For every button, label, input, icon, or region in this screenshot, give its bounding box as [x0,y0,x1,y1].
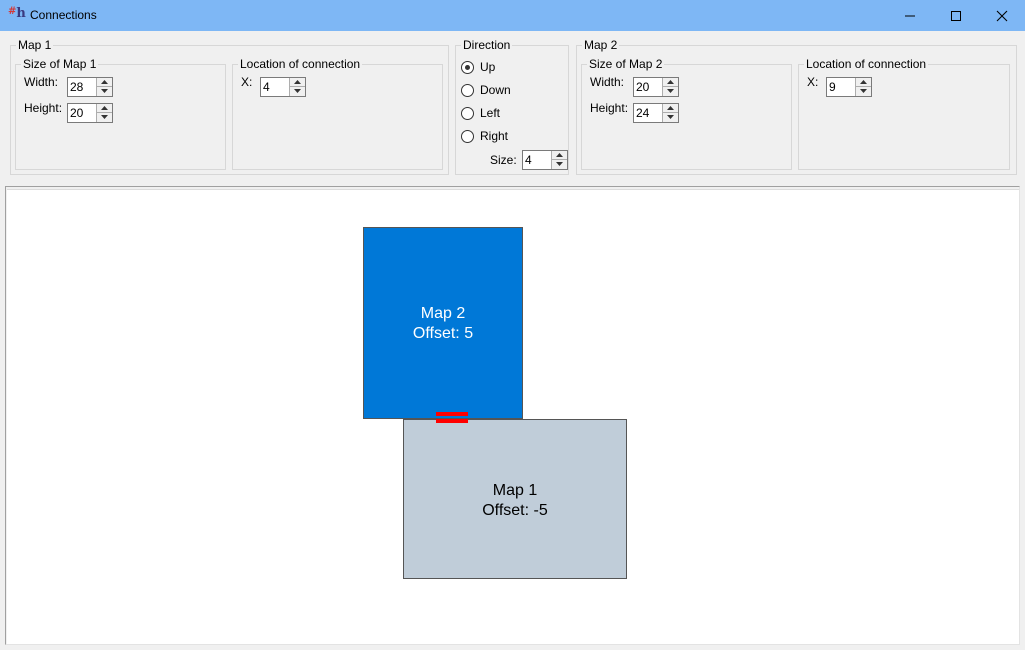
caret-down-icon [860,89,867,93]
map1-legend: Map 1 [18,38,52,52]
stepper-down-button[interactable] [290,87,305,96]
caret-down-icon [294,89,301,93]
direction-left-label: Left [480,106,501,120]
caret-up-icon [101,106,108,110]
map2-x-stepper[interactable] [826,77,872,97]
caret-down-icon [556,162,563,166]
map1-location-legend: Location of connection [240,57,361,71]
stepper-down-button[interactable] [97,87,112,96]
stepper-up-button[interactable] [663,104,678,113]
caret-up-icon [667,80,674,84]
caret-up-icon [860,80,867,84]
direction-size-input[interactable] [525,153,551,167]
canvas-frame: Map 2 Offset: 5 Map 1 Offset: -5 [5,186,1020,645]
stepper-up-button[interactable] [97,104,112,113]
close-button[interactable] [979,0,1025,31]
caret-down-icon [101,89,108,93]
map2-location-legend: Location of connection [806,57,927,71]
stepper-down-button[interactable] [97,113,112,122]
map2-width-label: Width: [590,75,625,89]
map2-size-legend: Size of Map 2 [589,57,663,71]
map2-x-input[interactable] [829,80,855,94]
close-icon [996,10,1008,22]
caret-up-icon [101,80,108,84]
map1-name: Map 1 [492,482,538,499]
caret-down-icon [101,115,108,119]
title-bar: #h Connections [0,0,1025,31]
maximize-icon [951,11,961,21]
map1-x-input[interactable] [263,80,289,94]
map1-location-group: Location of connection [232,58,443,170]
caret-down-icon [667,115,674,119]
stepper-up-button[interactable] [97,78,112,87]
map1-size-legend: Size of Map 1 [23,57,97,71]
caret-up-icon [667,106,674,110]
map2-name: Map 2 [420,305,466,322]
radio-circle-icon [461,61,474,74]
caret-down-icon [667,89,674,93]
stepper-down-button[interactable] [663,113,678,122]
connection-marker [436,412,468,426]
radio-circle-icon [461,130,474,143]
map1-height-stepper[interactable] [67,103,113,123]
map1-height-input[interactable] [70,106,96,120]
connection-canvas[interactable]: Map 2 Offset: 5 Map 1 Offset: -5 [7,189,1019,644]
stepper-up-button[interactable] [290,78,305,87]
direction-up-label: Up [480,60,496,74]
stepper-up-button[interactable] [663,78,678,87]
direction-size-label: Size: [490,153,517,167]
map2-legend: Map 2 [584,38,618,52]
direction-size-stepper[interactable] [522,150,568,170]
caret-up-icon [294,80,301,84]
map1-width-label: Width: [24,75,59,89]
map2-height-stepper[interactable] [633,103,679,123]
map2-width-stepper[interactable] [633,77,679,97]
map1-x-stepper[interactable] [260,77,306,97]
map2-height-input[interactable] [636,106,662,120]
map2-block[interactable]: Map 2 Offset: 5 [363,227,523,419]
map2-height-label: Height: [590,101,629,115]
radio-circle-icon [461,84,474,97]
minimize-icon [905,15,915,17]
stepper-down-button[interactable] [552,160,567,169]
stepper-down-button[interactable] [856,87,871,96]
map2-x-label: X: [807,75,819,89]
radio-circle-icon [461,107,474,120]
maximize-button[interactable] [933,0,979,31]
map1-offset: Offset: -5 [482,502,548,519]
map1-block[interactable]: Map 1 Offset: -5 [403,419,627,579]
map2-location-group: Location of connection [798,58,1010,170]
direction-legend: Direction [463,38,511,52]
stepper-down-button[interactable] [663,87,678,96]
map1-width-input[interactable] [70,80,96,94]
map1-width-stepper[interactable] [67,77,113,97]
app-icon: #h [8,6,26,21]
window-title: Connections [30,8,97,22]
map1-x-label: X: [241,75,253,89]
minimize-button[interactable] [887,0,933,31]
direction-right-label: Right [480,129,509,143]
stepper-up-button[interactable] [856,78,871,87]
map2-offset: Offset: 5 [412,325,474,342]
map1-height-label: Height: [24,101,63,115]
caret-up-icon [556,153,563,157]
map2-width-input[interactable] [636,80,662,94]
stepper-up-button[interactable] [552,151,567,160]
direction-down-label: Down [480,83,511,97]
